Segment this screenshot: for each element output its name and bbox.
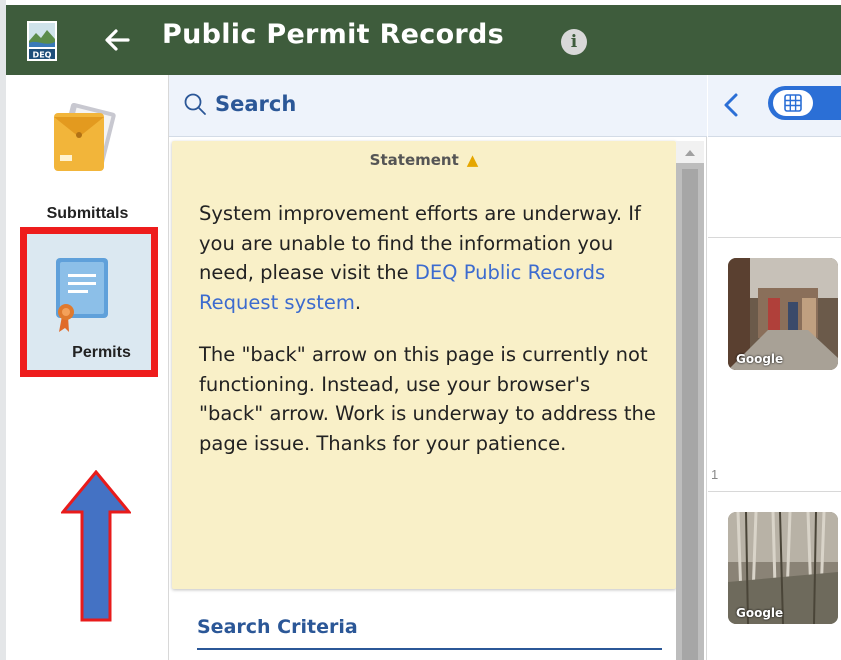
certificate-icon xyxy=(56,258,108,332)
envelope-folder-icon xyxy=(54,103,116,171)
deq-logo: DEQ xyxy=(27,21,57,61)
up-arrow-annotation xyxy=(61,470,131,622)
nav-item-label: Permits xyxy=(72,344,131,361)
page-title: Public Permit Records xyxy=(162,19,505,50)
statement-text-end: . xyxy=(354,291,362,315)
statement-card: Statement ▲ System improvement efforts ar… xyxy=(172,141,676,589)
results-toolbar xyxy=(708,75,841,137)
search-icon xyxy=(184,93,206,115)
caret-up-icon xyxy=(685,150,695,156)
results-panel: Google 1 Google xyxy=(708,75,841,660)
statement-paragraph: System improvement efforts are underway.… xyxy=(199,199,659,318)
info-icon[interactable]: i xyxy=(561,29,587,55)
chevron-left-icon[interactable] xyxy=(720,91,742,119)
google-watermark: Google xyxy=(736,606,784,620)
scroll-thumb[interactable] xyxy=(682,169,698,660)
statement-paragraph: The "back" arrow on this page is current… xyxy=(199,342,656,455)
nav-item-label: Submittals xyxy=(46,205,129,222)
google-watermark: Google xyxy=(736,352,784,366)
search-criteria-section: Search Criteria xyxy=(172,600,676,660)
result-thumbnail[interactable]: Google xyxy=(728,512,838,624)
statement-body: System improvement efforts are underway.… xyxy=(199,199,659,481)
grid-view-button[interactable] xyxy=(773,90,813,116)
row-number: 1 xyxy=(711,467,719,482)
divider xyxy=(708,237,841,238)
statement-header[interactable]: Statement ▲ xyxy=(172,151,676,169)
scroll-up-button[interactable] xyxy=(676,141,704,163)
divider xyxy=(197,648,662,650)
nav-item-permits[interactable]: Permits xyxy=(20,227,158,377)
search-panel: Search Statement ▲ System improvement eff… xyxy=(169,75,707,660)
svg-text:DEQ: DEQ xyxy=(33,51,52,60)
left-navigation: Submittals Permits xyxy=(6,75,169,660)
result-thumbnail[interactable]: Google xyxy=(728,258,838,370)
app-header: DEQ Public Permit Records i xyxy=(6,5,841,75)
search-label: Search xyxy=(215,92,297,116)
divider xyxy=(708,491,841,492)
vertical-scrollbar[interactable] xyxy=(676,141,704,660)
search-header[interactable]: Search xyxy=(169,75,707,137)
view-toggle[interactable] xyxy=(768,86,841,120)
nav-item-submittals[interactable]: Submittals xyxy=(6,81,169,222)
grid-icon xyxy=(784,94,802,112)
statement-title: Statement xyxy=(369,151,459,169)
chevron-up-icon[interactable]: ▲ xyxy=(467,151,479,169)
search-criteria-title: Search Criteria xyxy=(197,616,358,638)
back-arrow-icon[interactable] xyxy=(102,25,132,55)
